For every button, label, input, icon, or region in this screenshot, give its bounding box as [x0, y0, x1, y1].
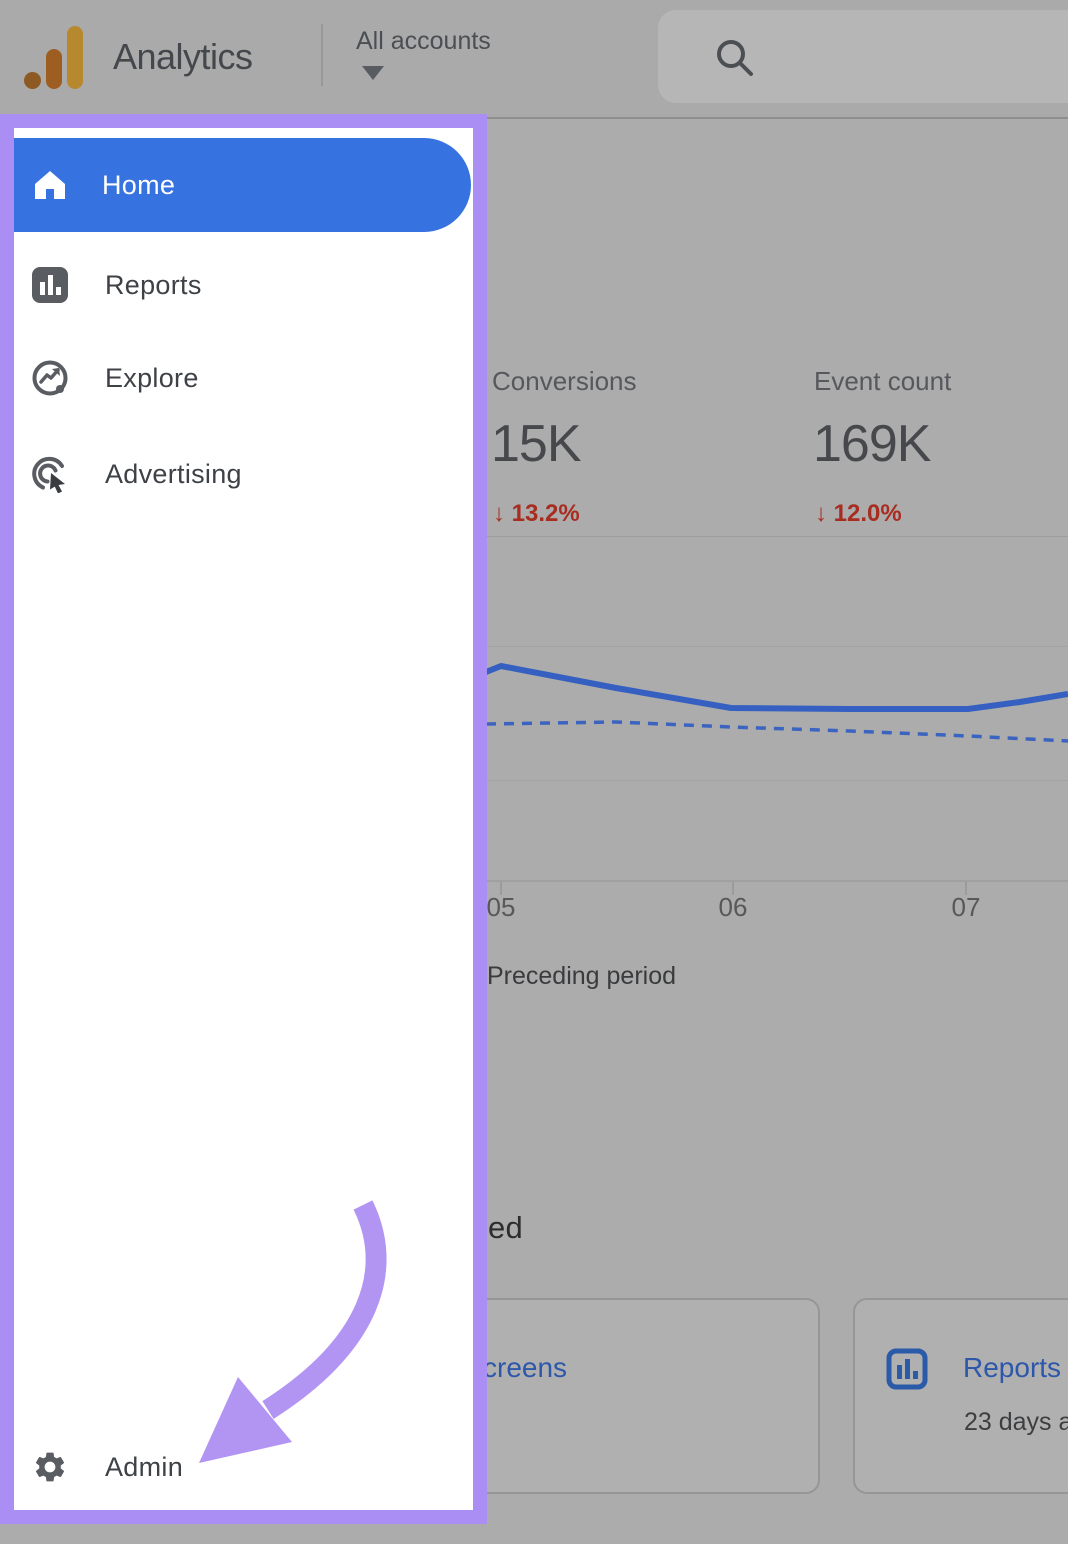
metric-delta-event-count: ↓ 12.0%: [815, 500, 902, 528]
down-arrow-icon: ↓: [815, 500, 827, 527]
header-divider: [321, 24, 323, 86]
explore-icon: [31, 359, 69, 397]
account-selector[interactable]: All accounts: [356, 27, 491, 56]
app-header: Analytics All accounts Try searching "Mo…: [0, 0, 1068, 119]
recent-card-reports[interactable]: [853, 1298, 1068, 1494]
sidebar-item-label: Admin: [105, 1452, 183, 1483]
screenshot-root: Analytics All accounts Try searching "Mo…: [0, 0, 1068, 1544]
x-tick-label: 07: [931, 892, 1001, 923]
reports-card-timestamp-fragment: 23 days ag: [964, 1408, 1068, 1437]
brand-title: Analytics: [113, 36, 253, 78]
preceding-period-line: [486, 722, 1068, 741]
pages-screens-link-fragment[interactable]: creens: [483, 1352, 567, 1384]
bar-chart-icon: [886, 1348, 928, 1390]
down-arrow-icon: ↓: [493, 500, 505, 527]
bar-chart-icon: [31, 266, 69, 304]
reports-card-title[interactable]: Reports: [963, 1352, 1061, 1384]
metric-label-event-count: Event count: [814, 366, 951, 397]
sidebar-highlight-frame: Home Reports E: [0, 114, 487, 1524]
sidebar-item-home[interactable]: Home: [14, 138, 471, 232]
sidebar-item-label: Home: [102, 170, 175, 201]
annotation-arrow-to-admin: [14, 128, 473, 1510]
sidebar-item-label: Reports: [105, 270, 202, 301]
metric-value-event-count: 169K: [813, 414, 930, 474]
legend-preceding-period: Preceding period: [487, 962, 676, 991]
metric-label-conversions: Conversions: [492, 366, 637, 397]
recently-accessed-heading-fragment: ed: [488, 1210, 523, 1246]
search-icon: [713, 36, 757, 80]
chevron-down-icon[interactable]: [362, 66, 384, 80]
sidebar-item-reports[interactable]: Reports: [31, 265, 202, 305]
sidebar-item-label: Advertising: [105, 459, 242, 490]
sidebar-item-advertising[interactable]: Advertising: [31, 454, 242, 494]
search-input[interactable]: Try searching "Mob: [658, 10, 1068, 103]
sidebar-item-explore[interactable]: Explore: [31, 358, 199, 398]
current-period-line: [486, 666, 1068, 709]
advertising-icon: [31, 455, 69, 493]
gear-icon: [31, 1448, 69, 1486]
metric-delta-conversions: ↓ 13.2%: [493, 500, 580, 528]
x-tick-label: 06: [698, 892, 768, 923]
metric-value-conversions: 15K: [491, 414, 581, 474]
sidebar-item-admin[interactable]: Admin: [31, 1447, 183, 1487]
home-icon: [32, 167, 68, 203]
sidebar-item-label: Explore: [105, 363, 199, 394]
